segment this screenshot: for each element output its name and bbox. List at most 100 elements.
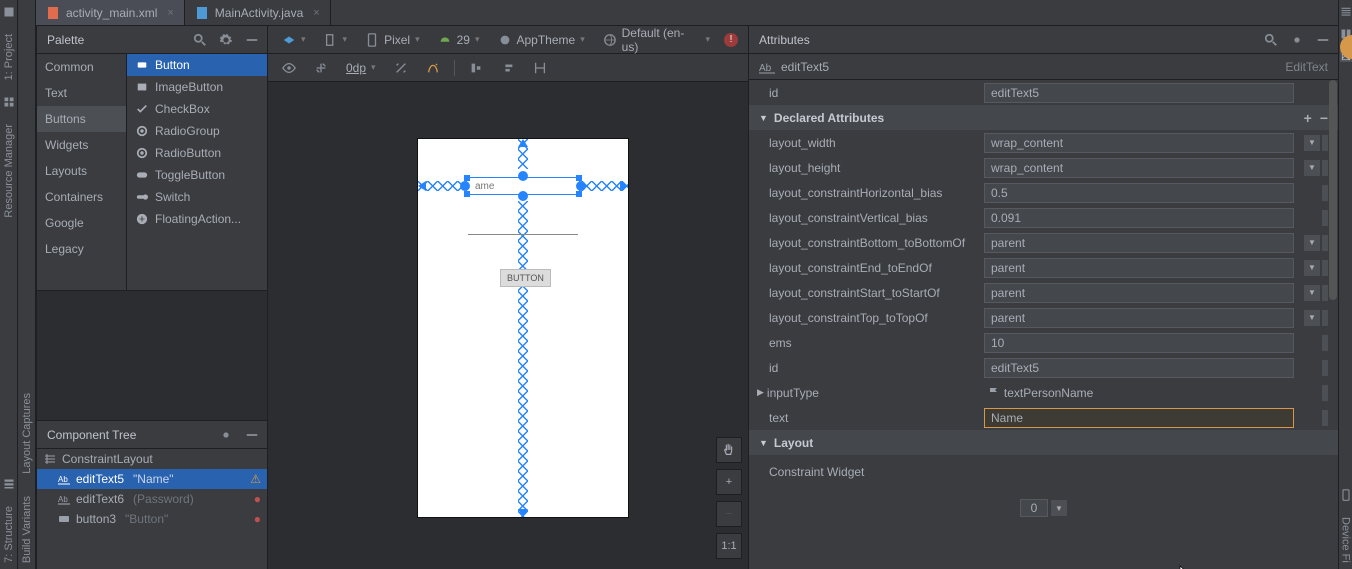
api-picker[interactable]: 29▾: [434, 31, 484, 49]
locale-picker[interactable]: Default (en-us)▾: [599, 24, 714, 56]
structure-tab[interactable]: 7: Structure: [3, 500, 15, 569]
id-input[interactable]: editText5: [984, 83, 1294, 103]
more-icon[interactable]: [1322, 410, 1328, 426]
editor-tab[interactable]: activity_main.xml×: [36, 0, 185, 25]
theme-picker[interactable]: AppTheme▾: [494, 31, 589, 49]
tree-item[interactable]: AbeditText5"Name"⚠: [37, 469, 267, 489]
attr-value-input[interactable]: wrap_content: [984, 158, 1294, 178]
declared-attributes-header[interactable]: ▼Declared Attributes +−: [749, 105, 1338, 130]
attr-value-input[interactable]: 10: [984, 333, 1294, 353]
inputtype-value[interactable]: textPersonName: [982, 383, 1294, 403]
attr-value-input[interactable]: wrap_content: [984, 133, 1294, 153]
attr-value-input[interactable]: 0.091: [984, 208, 1294, 228]
chevron-down-icon[interactable]: ▼: [1304, 260, 1320, 276]
constraint-value-top[interactable]: 0 ▼: [1020, 499, 1067, 517]
palette-item[interactable]: CheckBox: [127, 98, 267, 120]
palette-item[interactable]: ToggleButton: [127, 164, 267, 186]
minimize-icon[interactable]: [243, 31, 261, 49]
build-variants-tab[interactable]: Build Variants: [21, 490, 33, 569]
attr-value-input[interactable]: 0.5: [984, 183, 1294, 203]
chevron-down-icon[interactable]: ▼: [1304, 135, 1320, 151]
widget-edittext6[interactable]: [468, 234, 578, 235]
palette-item[interactable]: FloatingAction...: [127, 208, 267, 230]
more-icon[interactable]: [1322, 235, 1328, 251]
editor-tab[interactable]: MainActivity.java×: [185, 0, 331, 25]
chevron-down-icon[interactable]: ▼: [1304, 235, 1320, 251]
palette-item[interactable]: ImageButton: [127, 76, 267, 98]
guidelines-icon[interactable]: [529, 59, 551, 77]
structure-icon[interactable]: [3, 478, 15, 490]
error-indicator-icon[interactable]: !: [724, 33, 738, 47]
device-icon[interactable]: [1340, 489, 1352, 501]
search-icon[interactable]: [1262, 31, 1280, 49]
chevron-down-icon[interactable]: ▼: [1304, 160, 1320, 176]
palette-item[interactable]: RadioGroup: [127, 120, 267, 142]
chevron-down-icon[interactable]: ▼: [1304, 310, 1320, 326]
palette-category[interactable]: Common: [37, 54, 126, 80]
selected-widget-edittext5[interactable]: ame: [466, 177, 580, 195]
attributes-view-icon[interactable]: [1340, 6, 1352, 18]
resource-manager-tab[interactable]: Resource Manager: [3, 118, 15, 224]
resource-manager-icon[interactable]: [3, 96, 15, 108]
chevron-down-icon[interactable]: ▼: [1051, 500, 1067, 516]
attributes-scrollbar[interactable]: [1329, 80, 1337, 569]
gear-icon[interactable]: [217, 426, 235, 444]
close-icon[interactable]: ×: [167, 7, 173, 19]
gear-icon[interactable]: [217, 31, 235, 49]
more-icon[interactable]: [1322, 310, 1328, 326]
more-icon[interactable]: [1322, 210, 1328, 226]
palette-category[interactable]: Legacy: [37, 236, 126, 262]
layout-captures-tab[interactable]: Layout Captures: [21, 387, 33, 480]
palette-item[interactable]: RadioButton: [127, 142, 267, 164]
minimize-icon[interactable]: [1314, 31, 1332, 49]
more-icon[interactable]: [1322, 160, 1328, 176]
more-icon[interactable]: [1322, 185, 1328, 201]
project-icon[interactable]: [3, 6, 15, 18]
palette-category[interactable]: Layouts: [37, 158, 126, 184]
orientation-icon[interactable]: ▾: [320, 31, 352, 49]
chevron-down-icon[interactable]: ▼: [1304, 285, 1320, 301]
more-icon[interactable]: [1322, 285, 1328, 301]
design-surface-icon[interactable]: ▾: [278, 31, 310, 49]
text-input[interactable]: Name: [984, 408, 1294, 428]
attr-value-input[interactable]: parent: [984, 258, 1294, 278]
remove-attr-icon[interactable]: −: [1320, 110, 1328, 126]
more-icon[interactable]: [1322, 335, 1328, 351]
tree-item[interactable]: button3"Button"●: [37, 509, 267, 529]
device-file-explorer-tab[interactable]: Device Fi: [1340, 511, 1352, 569]
tree-item[interactable]: AbeditText6(Password)●: [37, 489, 267, 509]
align-icon[interactable]: [497, 59, 519, 77]
add-attr-icon[interactable]: +: [1304, 110, 1312, 126]
zoom-in-icon[interactable]: +: [716, 469, 742, 495]
close-icon[interactable]: ×: [313, 7, 319, 19]
zoom-out-icon[interactable]: −: [716, 501, 742, 527]
palette-item[interactable]: Switch: [127, 186, 267, 208]
more-icon[interactable]: [1322, 260, 1328, 276]
project-tab[interactable]: 1: Project: [3, 28, 15, 86]
tree-root[interactable]: ConstraintLayout: [37, 449, 267, 469]
more-icon[interactable]: [1322, 135, 1328, 151]
attr-value-input[interactable]: parent: [984, 308, 1294, 328]
default-margins[interactable]: 0dp▾: [342, 59, 380, 77]
attr-value-input[interactable]: editText5: [984, 358, 1294, 378]
design-canvas[interactable]: ame BUTTON + − 1:1: [268, 82, 748, 569]
palette-category[interactable]: Text: [37, 80, 126, 106]
clear-constraints-icon[interactable]: [390, 59, 412, 77]
pack-icon[interactable]: [465, 59, 487, 77]
more-icon[interactable]: [1322, 385, 1328, 401]
more-icon[interactable]: [1322, 360, 1328, 376]
minimize-icon[interactable]: [243, 426, 261, 444]
palette-category[interactable]: Google: [37, 210, 126, 236]
search-icon[interactable]: [191, 31, 209, 49]
widget-button3[interactable]: BUTTON: [500, 269, 551, 287]
pan-icon[interactable]: [716, 437, 742, 463]
palette-item[interactable]: Button: [127, 54, 267, 76]
infer-constraints-icon[interactable]: [422, 59, 444, 77]
device-picker[interactable]: Pixel▾: [361, 31, 424, 49]
zoom-reset-icon[interactable]: 1:1: [716, 533, 742, 559]
gear-icon[interactable]: [1288, 31, 1306, 49]
palette-category[interactable]: Containers: [37, 184, 126, 210]
view-options-icon[interactable]: [278, 59, 300, 77]
layout-section-header[interactable]: ▼Layout: [749, 430, 1338, 455]
attr-value-input[interactable]: parent: [984, 283, 1294, 303]
